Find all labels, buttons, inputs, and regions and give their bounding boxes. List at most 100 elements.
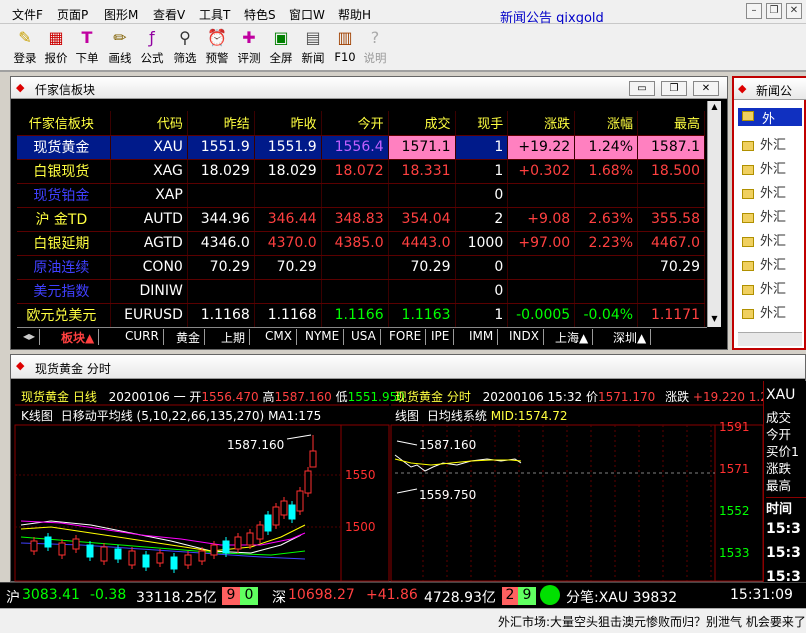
news-tree-item[interactable]: 外汇	[742, 254, 786, 273]
quote-button[interactable]: ▦ 报价	[39, 26, 73, 70]
login-icon: ✎	[18, 28, 32, 47]
alarm-button[interactable]: ⏰ 预警	[200, 26, 234, 70]
folder-icon	[742, 140, 754, 151]
y-tick-label: 1552	[719, 504, 750, 518]
scroll-up-icon[interactable]: ▲	[709, 102, 720, 114]
column-header[interactable]: 最高	[637, 111, 705, 136]
column-header[interactable]: 昨收	[254, 111, 322, 136]
order-icon: T	[81, 28, 93, 47]
table-row[interactable]: 原油连续 CON0 70.29 70.29 70.29 0 70.29	[17, 255, 705, 280]
tab-imm[interactable]: IMM	[465, 329, 499, 345]
quote-window-titlebar[interactable]: ◆ 仟家信板块 ▭ ❐ ✕	[11, 77, 727, 99]
draw-line-button[interactable]: ✏ 画线	[103, 26, 137, 70]
toolbar: ✎ 登录 ▦ 报价 T 下单 ✏ 画线 ƒ 公式 ⚲ 筛选 ⏰ 预警 ✚ 评测 ▣ 全屏 ▤ 新闻 …	[0, 24, 806, 72]
filter-button[interactable]: ⚲ 筛选	[168, 26, 202, 70]
tab-cmx[interactable]: CMX	[261, 329, 297, 345]
table-row[interactable]: 白银现货 XAG 18.029 18.029 18.072 18.331 1 +…	[17, 159, 705, 184]
close-icon[interactable]: ✕	[786, 3, 802, 19]
news-tree-item[interactable]: 外汇	[742, 278, 786, 297]
column-header[interactable]: 现手	[455, 111, 509, 136]
news-tree-item[interactable]: 外汇	[742, 182, 786, 201]
candle	[142, 554, 150, 568]
restore-icon[interactable]: ❐	[661, 81, 687, 96]
table-row[interactable]: 沪 金TD AUTD 344.96 346.44 348.83 354.04 2…	[17, 207, 705, 232]
filter-icon: ⚲	[179, 28, 191, 47]
column-header[interactable]: 今开	[321, 111, 389, 136]
news-tree-item[interactable]: 外汇	[742, 302, 786, 321]
scroll-down-icon[interactable]: ▼	[709, 314, 720, 326]
news-window-titlebar[interactable]: ◆ 新闻公	[734, 78, 806, 100]
restore-icon[interactable]: ❐	[766, 3, 782, 19]
tab-sector[interactable]: 板块▲	[57, 329, 100, 345]
tab-gold[interactable]: 黄金	[172, 329, 206, 345]
f10-button[interactable]: ▥ F10	[328, 26, 362, 70]
minimize-icon[interactable]: ▭	[629, 81, 655, 96]
fullscreen-button[interactable]: ▣ 全屏	[264, 26, 298, 70]
y-tick-label: 1533	[719, 546, 750, 560]
folder-icon	[742, 164, 754, 175]
quote-table: 仟家信板块 代码 昨结 昨收 今开 成交 现手 涨跌 涨幅 最高 现货黄金 XA…	[17, 111, 705, 328]
menu-view[interactable]: 查看V	[153, 6, 185, 23]
tab-curr[interactable]: CURR	[121, 329, 164, 345]
minimize-icon[interactable]: –	[746, 3, 762, 19]
news-window-title: 新闻公	[756, 84, 793, 98]
news-button[interactable]: ▤ 新闻	[296, 26, 330, 70]
table-row[interactable]: 美元指数 DINIW 0	[17, 279, 705, 304]
news-tree-item[interactable]: 外汇	[742, 230, 786, 249]
formula-button[interactable]: ƒ 公式	[135, 26, 169, 70]
tab-indx[interactable]: INDX	[505, 329, 544, 345]
menu-tools[interactable]: 工具T	[199, 6, 230, 23]
column-header[interactable]: 涨幅	[574, 111, 639, 136]
tab-shfe[interactable]: 上期	[217, 329, 251, 345]
folder-icon	[742, 212, 754, 223]
menu-help[interactable]: 帮助H	[338, 6, 371, 23]
news-ticker[interactable]: 外汇市场:大量空头狙击澳元惨败而归？别泄气 机会要来了	[0, 608, 806, 633]
candle	[184, 554, 192, 566]
table-row[interactable]: 现货铂金 XAP 0	[17, 183, 705, 208]
market-status-bar: 沪 3083.41 -0.38 33118.25亿 9 0 深 10698.27…	[0, 582, 806, 608]
folder-icon	[742, 260, 754, 271]
tab-fore[interactable]: FORE	[385, 329, 427, 345]
close-icon[interactable]: ✕	[693, 81, 719, 96]
candle	[256, 524, 264, 540]
chart-side-panel: XAU 成交 今开 买价1 涨跌 最高 时间 15:3 15:3 15:3	[763, 381, 806, 585]
menu-graph[interactable]: 图形M	[104, 6, 138, 23]
intraday-avg-line	[394, 458, 522, 466]
column-header[interactable]: 仟家信板块	[17, 111, 111, 136]
table-row[interactable]: 欧元兑美元 EURUSD 1.1168 1.1168 1.1166 1.1163…	[17, 303, 705, 328]
tab-nyme[interactable]: NYME	[301, 329, 345, 345]
column-header[interactable]: 代码	[110, 111, 188, 136]
column-header[interactable]: 成交	[388, 111, 456, 136]
help-button[interactable]: ? 说明	[358, 26, 392, 70]
login-button[interactable]: ✎ 登录	[8, 26, 42, 70]
news-tree-item[interactable]: 外汇	[742, 158, 786, 177]
window-logo-icon: ◆	[16, 81, 25, 94]
news-tree-item[interactable]: 外汇	[742, 206, 786, 225]
alarm-icon: ⏰	[207, 28, 227, 47]
tab-shanghai[interactable]: 上海▲	[551, 329, 594, 345]
tab-shenzhen[interactable]: 深圳▲	[609, 329, 652, 345]
menu-file[interactable]: 文件F	[12, 6, 43, 23]
vertical-scrollbar[interactable]: ▲ ▼	[707, 101, 721, 327]
tab-usa[interactable]: USA	[347, 329, 381, 345]
books-icon: ▥	[337, 28, 353, 47]
evaluate-button[interactable]: ✚ 评测	[232, 26, 266, 70]
tab-scroll-left-icon[interactable]: ◂▸	[19, 329, 41, 345]
y-tick-label: 1591	[719, 420, 750, 434]
order-button[interactable]: T 下单	[70, 26, 104, 70]
horizontal-scrollbar[interactable]	[738, 332, 802, 346]
tab-ipe[interactable]: IPE	[427, 329, 455, 345]
news-tree-item[interactable]: 外汇	[742, 134, 786, 153]
sz-index: 10698.27	[288, 587, 355, 603]
column-header[interactable]: 涨跌	[507, 111, 576, 136]
table-row[interactable]: 现货黄金 XAU 1551.9 1551.9 1556.4 1571.1 1 +…	[17, 135, 705, 160]
chart-canvas[interactable]: 1587.160 1550 1500 1587.160 1559.750 1591 1571…	[11, 355, 806, 583]
candle	[210, 544, 218, 556]
menu-window[interactable]: 窗口W	[289, 6, 325, 23]
menu-special[interactable]: 特色S	[244, 6, 276, 23]
menu-page[interactable]: 页面P	[57, 6, 88, 23]
connection-status-icon	[540, 585, 560, 605]
table-row[interactable]: 白银延期 AGTD 4346.0 4370.0 4385.0 4443.0 10…	[17, 231, 705, 256]
column-header[interactable]: 昨结	[187, 111, 255, 136]
news-tree-root[interactable]: 外	[738, 108, 802, 127]
